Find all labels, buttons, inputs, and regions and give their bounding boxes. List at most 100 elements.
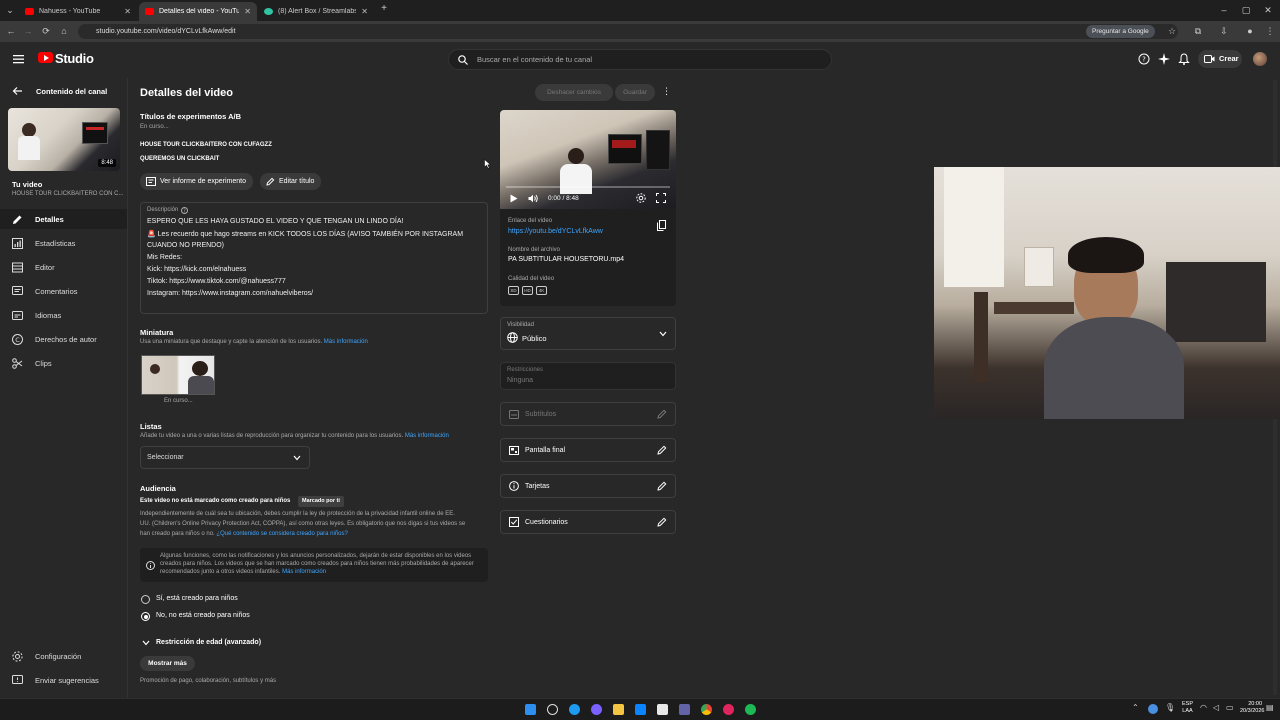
studio-logo-text[interactable]: Studio [55,51,94,66]
close-tab-icon[interactable]: ✕ [361,7,368,16]
sidebar-item-comentarios[interactable]: Comentarios [0,281,127,301]
edge-browser-icon[interactable] [569,704,580,715]
mail-icon[interactable] [635,704,646,715]
edit-pencil-icon[interactable] [657,409,667,419]
end-screen-row[interactable]: Pantalla final [500,438,676,462]
help-icon[interactable]: ? [1138,53,1150,65]
copy-icon[interactable] [657,220,666,231]
undo-changes-button[interactable]: Deshacer cambios [535,84,613,101]
file-explorer-icon[interactable] [613,704,624,715]
clock[interactable]: 20:00 20/3/2026 [1240,701,1264,715]
age-restriction-toggle[interactable]: Restricción de edad (avanzado) [156,639,261,646]
tray-cloud-icon[interactable] [1148,704,1158,714]
maximize-window-icon[interactable]: ▢ [1240,4,1252,16]
edit-pencil-icon[interactable] [657,517,667,527]
radio-yes-label[interactable]: Sí, está creado para niños [156,595,238,602]
channel-search-input[interactable]: Buscar en el contenido de tu canal [448,49,832,70]
language-indicator[interactable]: ESP LAA [1182,701,1193,715]
more-options-icon[interactable]: ⋮ [662,86,671,97]
person-head-shape [150,364,160,374]
sidebar-item-editor[interactable]: Editor [0,257,127,277]
tray-microphone-icon[interactable]: 🎙 [1165,703,1175,712]
sidebar-item-clips[interactable]: Clips [0,353,127,373]
chrome-icon[interactable] [701,704,712,715]
new-tab-button[interactable]: + [378,3,390,15]
info-more-info-link[interactable]: Más información [282,569,326,575]
volume-icon[interactable] [528,194,539,203]
close-window-icon[interactable]: ✕ [1262,4,1274,16]
sparkle-icon[interactable] [1158,53,1170,65]
close-tab-icon[interactable]: ✕ [244,7,251,16]
video-player[interactable]: 0:00 / 8:48 [500,110,676,209]
url-input[interactable]: studio.youtube.com/video/dYCLvLfkAww/edi… [78,24,1178,39]
edit-pencil-icon[interactable] [657,481,667,491]
radio-made-for-kids-no[interactable] [141,612,150,621]
play-icon[interactable] [510,194,518,203]
edit-pencil-icon[interactable] [657,445,667,455]
view-experiment-report-button[interactable]: Ver informe de experimento [140,173,253,190]
back-arrow-icon[interactable]: ← [5,25,17,37]
account-avatar[interactable] [1253,52,1267,66]
visibility-select[interactable]: Visibilidad Público [500,317,676,350]
edit-title-button[interactable]: Editar título [260,173,322,190]
sidebar-item-label: Clips [35,358,52,368]
sidebar-item-derechos-de-autor[interactable]: C Derechos de autor [0,329,127,349]
ask-google-button[interactable]: Preguntar a Google [1086,25,1155,38]
cards-row[interactable]: Tarjetas [500,474,676,498]
help-circle-icon[interactable]: ? [181,207,188,214]
lists-more-info-link[interactable]: Más información [405,433,449,439]
taskbar-search-icon[interactable] [547,704,558,715]
thumbnail-preview[interactable] [141,355,215,395]
windows-start-icon[interactable] [525,704,536,715]
playlist-select[interactable]: Seleccionar [140,446,310,469]
minimize-window-icon[interactable]: – [1218,4,1230,16]
description-field[interactable]: Descripción ? ESPERO QUE LES HAYA GUSTAD… [140,202,488,314]
tab-search-icon[interactable]: ⌄ [4,4,16,16]
battery-icon[interactable]: ▭ [1226,703,1234,712]
radio-made-for-kids-yes[interactable] [141,595,150,604]
forward-arrow-icon[interactable]: → [22,25,34,37]
show-more-button[interactable]: Mostrar más [140,656,195,671]
back-to-channel-content[interactable]: Contenido del canal [36,87,107,96]
browser-tab-video-details[interactable]: Detalles del video - YouTube St ✕ [139,2,257,21]
speaker-volume-icon[interactable]: ◁ [1213,703,1219,712]
hamburger-menu-icon[interactable] [13,54,24,64]
menu-dots-icon[interactable]: ⋮ [1264,25,1276,37]
fullscreen-icon[interactable] [656,193,666,203]
subtitles-row[interactable]: Subtítulos [500,402,676,426]
back-arrow-icon[interactable] [12,86,23,96]
home-icon[interactable]: ⌂ [58,25,70,37]
calculator-icon[interactable] [657,704,668,715]
wifi-icon[interactable]: ◠ [1200,703,1207,712]
profile-icon[interactable]: ● [1244,25,1256,37]
recording-app-icon[interactable] [723,704,734,715]
sidebar-video-thumbnail[interactable]: 8:48 [8,108,120,171]
made-for-kids-link[interactable]: ¿Qué contenido se considera creado para … [216,531,347,537]
thumbnail-more-info-link[interactable]: Más información [324,339,368,345]
settings-gear-icon[interactable] [636,193,646,203]
video-link[interactable]: https://youtu.be/dYCLvLfkAww [508,228,603,235]
video-progress-bar[interactable] [506,186,670,188]
reload-icon[interactable]: ⟳ [40,25,52,37]
notifications-bell-icon[interactable] [1178,53,1190,65]
quizzes-row[interactable]: Cuestionarios [500,510,676,534]
sidebar-item-idiomas[interactable]: Idiomas [0,305,127,325]
bookmark-star-icon[interactable]: ☆ [1166,25,1178,37]
copilot-icon[interactable] [591,704,602,715]
browser-tab-streamlabs[interactable]: (8) Alert Box / Streamlabs ✕ [258,2,374,21]
radio-no-label[interactable]: No, no está creado para niños [156,612,250,619]
save-button[interactable]: Guardar [615,84,655,101]
tray-chevron-up-icon[interactable]: ⌃ [1132,703,1139,712]
sidebar-item-configuracion[interactable]: Configuración [0,646,127,666]
close-tab-icon[interactable]: ✕ [124,7,131,16]
teams-icon[interactable] [679,704,690,715]
notifications-icon[interactable]: ▤ [1266,703,1274,712]
sidebar-item-enviar-sugerencias[interactable]: Enviar sugerencias [0,670,127,690]
extensions-icon[interactable]: ⧉ [1192,25,1204,37]
browser-tab-nahuess[interactable]: Nahuess - YouTube ✕ [19,2,137,21]
spotify-icon[interactable] [745,704,756,715]
sidebar-item-detalles[interactable]: Detalles [0,209,127,229]
sidebar-item-estadisticas[interactable]: Estadísticas [0,233,127,253]
downloads-icon[interactable]: ⇩ [1218,25,1230,37]
chevron-down-icon[interactable] [142,640,150,646]
